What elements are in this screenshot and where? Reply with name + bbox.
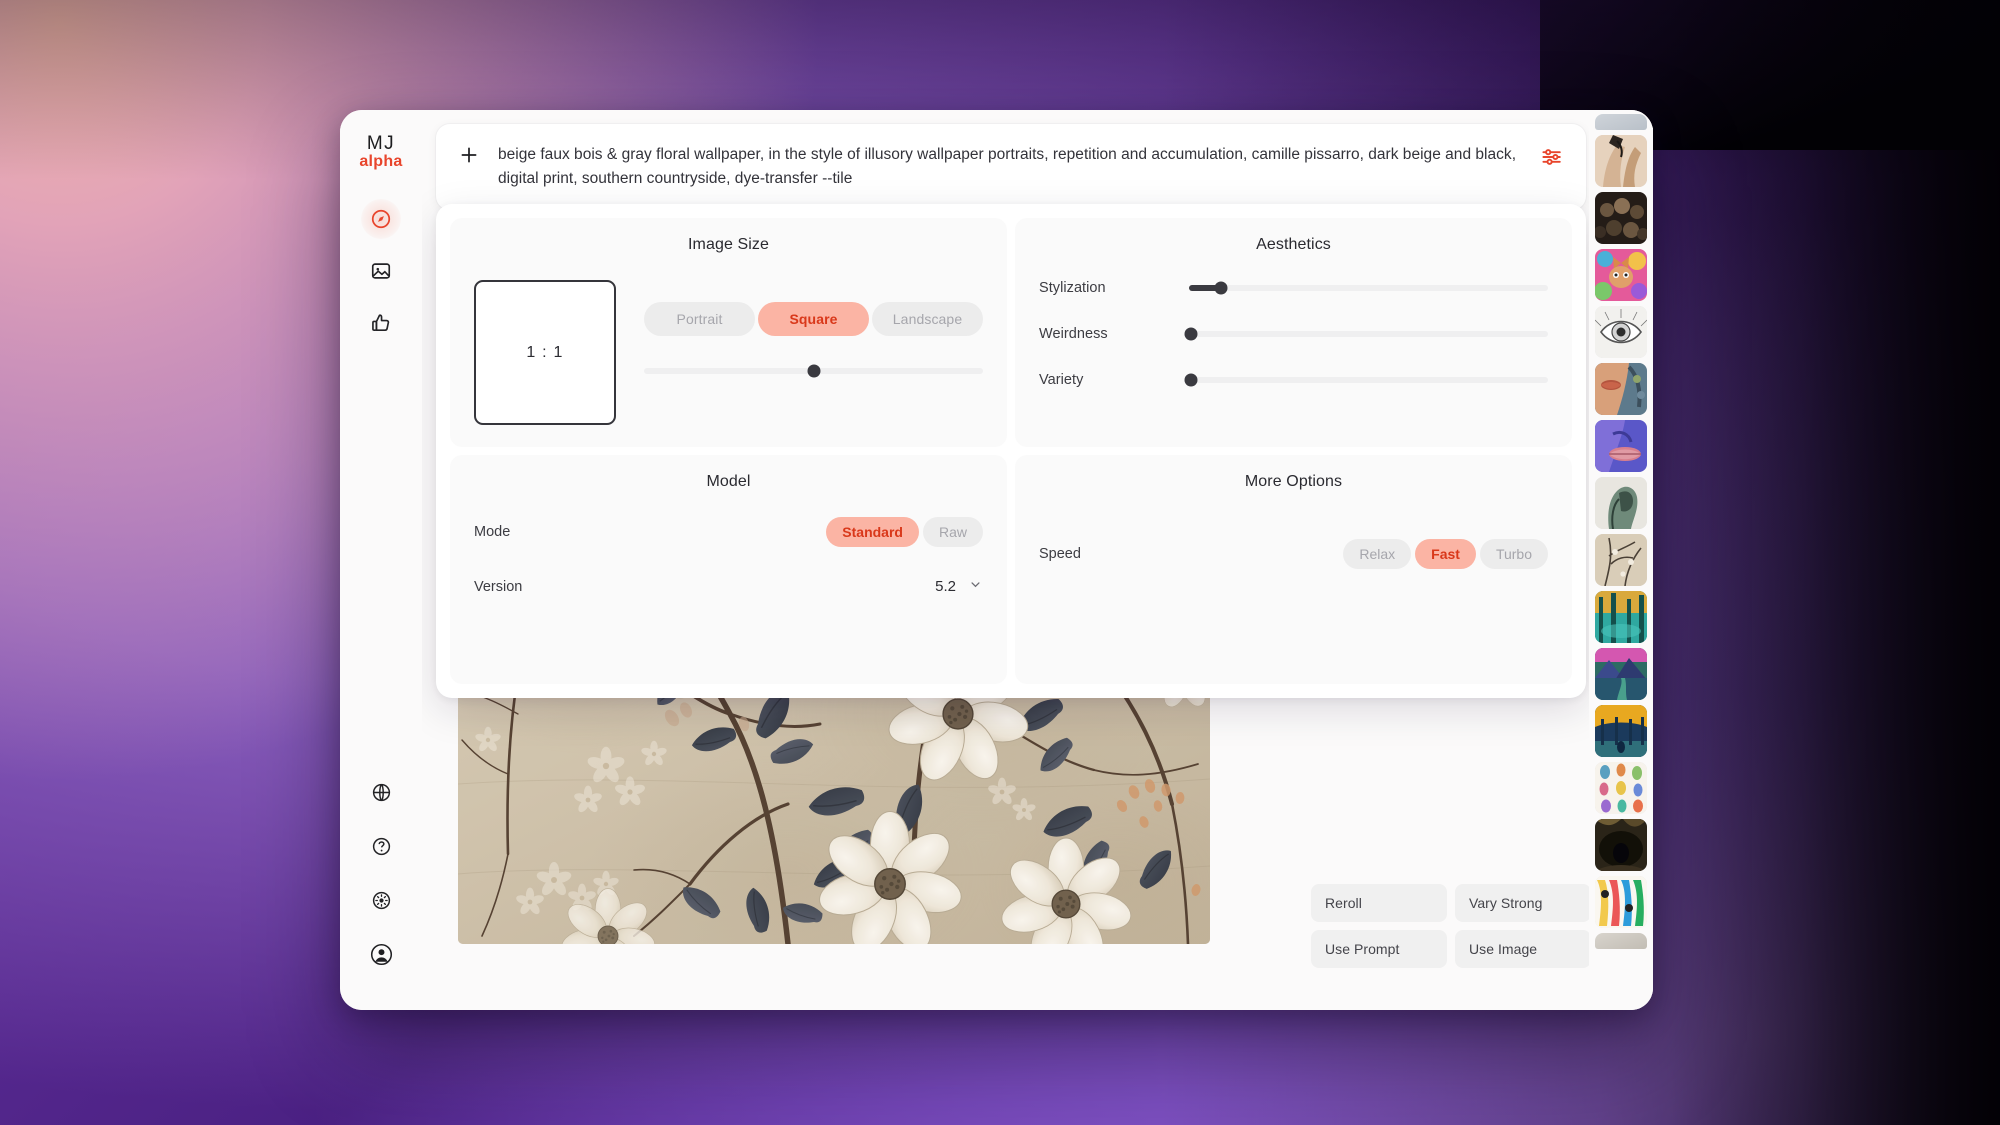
prompt-input[interactable]: beige faux bois & gray floral wallpaper,… — [498, 143, 1522, 190]
thumbs-up-icon — [370, 312, 392, 334]
slider-row-variety: Variety — [1039, 372, 1548, 388]
panel-title-model: Model — [706, 473, 751, 490]
chevron-down-icon — [968, 577, 983, 596]
use-prompt-button[interactable]: Use Prompt — [1311, 930, 1447, 968]
model-mode-selector: Standard Raw — [826, 517, 983, 547]
thumb-purple-mountains[interactable] — [1595, 648, 1647, 700]
model-mode-label: Mode — [474, 524, 511, 540]
image-size-slider[interactable] — [644, 364, 983, 378]
sidebar-item-account[interactable] — [361, 934, 401, 974]
app-logo[interactable]: MJ alpha — [359, 134, 402, 171]
panel-image-size: Image Size 1 : 1 Portrait Square Landsca… — [450, 218, 1007, 447]
thumb-hands-statue[interactable] — [1595, 135, 1647, 187]
thumb-eye-sketch[interactable] — [1595, 306, 1647, 358]
logo-primary-text: MJ — [366, 133, 396, 154]
use-image-button[interactable]: Use Image — [1455, 930, 1591, 968]
panel-title-more-options: More Options — [1244, 473, 1343, 490]
sidebar-item-explore[interactable] — [361, 198, 401, 239]
sidebar-item-help[interactable] — [361, 826, 401, 866]
vary-strong-button[interactable]: Vary Strong — [1455, 884, 1591, 922]
slider-row-weirdness: Weirdness — [1039, 326, 1548, 342]
mode-standard[interactable]: Standard — [826, 517, 919, 547]
compass-icon — [370, 208, 392, 230]
question-circle-icon — [371, 836, 392, 857]
aspect-ratio-label: 1 : 1 — [526, 343, 564, 361]
sidebar: MJ alpha — [340, 110, 422, 1010]
version-value-text: 5.2 — [935, 578, 956, 595]
speed-relax[interactable]: Relax — [1343, 539, 1412, 569]
slider-label-variety: Variety — [1039, 372, 1084, 388]
thumb-pattern-eggs[interactable] — [1595, 762, 1647, 814]
thumb-green-bust[interactable] — [1595, 477, 1647, 529]
orientation-square[interactable]: Square — [758, 302, 869, 336]
slider-label-weirdness: Weirdness — [1039, 326, 1108, 342]
image-size-slider-track[interactable] — [644, 364, 983, 378]
logo-secondary-text: alpha — [359, 152, 403, 170]
image-size-slider-knob[interactable] — [807, 364, 820, 378]
prompt-bar: beige faux bois & gray floral wallpaper,… — [436, 124, 1586, 211]
speed-selector: Relax Fast Turbo — [1343, 539, 1548, 569]
thumb-teal-forest[interactable] — [1595, 591, 1647, 643]
thumb-dark-cave[interactable] — [1595, 819, 1647, 871]
stylization-slider-knob[interactable] — [1214, 281, 1228, 295]
speed-row: Speed Relax Fast Turbo — [1039, 539, 1548, 569]
weirdness-slider-knob[interactable] — [1184, 327, 1198, 341]
speed-turbo[interactable]: Turbo — [1479, 539, 1548, 569]
thumb-partial-bottom[interactable] — [1595, 933, 1647, 949]
image-icon — [370, 260, 392, 282]
panel-model: Model Mode Standard Raw Version 5.2 — [450, 455, 1007, 684]
panel-title-aesthetics: Aesthetics — [1256, 236, 1331, 253]
orientation-landscape[interactable]: Landscape — [872, 302, 983, 336]
panel-aesthetics: Aesthetics Stylization Weirdness Variety — [1015, 218, 1572, 447]
reroll-button[interactable]: Reroll — [1311, 884, 1447, 922]
thumb-colorful-abstract[interactable] — [1595, 876, 1647, 928]
globe-icon — [371, 782, 392, 803]
variety-slider-knob[interactable] — [1184, 373, 1198, 387]
speed-label: Speed — [1039, 546, 1081, 562]
thumb-blue-lips[interactable] — [1595, 420, 1647, 472]
sidebar-item-theme[interactable] — [361, 880, 401, 920]
weirdness-slider-track[interactable] — [1184, 327, 1548, 341]
panel-title-image-size: Image Size — [687, 236, 770, 253]
thumb-golden-grove[interactable] — [1595, 705, 1647, 757]
background-right-shade — [1670, 0, 2000, 1125]
thumb-lips-portrait[interactable] — [1595, 363, 1647, 415]
slider-row-stylization: Stylization — [1039, 280, 1548, 296]
plus-icon[interactable] — [458, 144, 480, 166]
panel-more-options: More Options Speed Relax Fast Turbo — [1015, 455, 1572, 684]
sidebar-item-language[interactable] — [361, 772, 401, 812]
thumb-branches-beige[interactable] — [1595, 534, 1647, 586]
sidebar-item-gallery[interactable] — [361, 251, 401, 291]
version-dropdown[interactable]: 5.2 — [935, 577, 983, 596]
variety-slider-track[interactable] — [1184, 373, 1548, 387]
slider-label-stylization: Stylization — [1039, 280, 1106, 296]
sidebar-item-rate[interactable] — [361, 303, 401, 343]
model-version-label: Version — [474, 578, 523, 595]
orientation-portrait[interactable]: Portrait — [644, 302, 755, 336]
settings-popover: Image Size 1 : 1 Portrait Square Landsca… — [436, 204, 1586, 698]
speed-fast[interactable]: Fast — [1415, 539, 1476, 569]
mode-raw[interactable]: Raw — [922, 517, 983, 547]
stylization-slider-track[interactable] — [1189, 281, 1548, 295]
thumb-crowd-dark[interactable] — [1595, 192, 1647, 244]
model-version-row: Version 5.2 — [474, 577, 983, 596]
thumb-partial-top[interactable] — [1595, 114, 1647, 130]
main-content: beige faux bois & gray floral wallpaper,… — [422, 110, 1653, 1010]
sliders-icon[interactable] — [1540, 145, 1564, 169]
sun-icon — [371, 890, 392, 911]
user-avatar-icon — [370, 943, 393, 966]
orientation-selector: Portrait Square Landscape — [644, 302, 983, 336]
aspect-ratio-preview[interactable]: 1 : 1 — [474, 280, 616, 425]
thumbnail-rail[interactable] — [1589, 110, 1653, 1010]
thumb-floral-cat[interactable] — [1595, 249, 1647, 301]
model-mode-row: Mode Standard Raw — [474, 517, 983, 547]
app-window: MJ alpha beige faux bois & gray floral w… — [340, 110, 1653, 1010]
image-action-buttons: Reroll Vary Strong Use Prompt Use Image — [1311, 884, 1591, 968]
